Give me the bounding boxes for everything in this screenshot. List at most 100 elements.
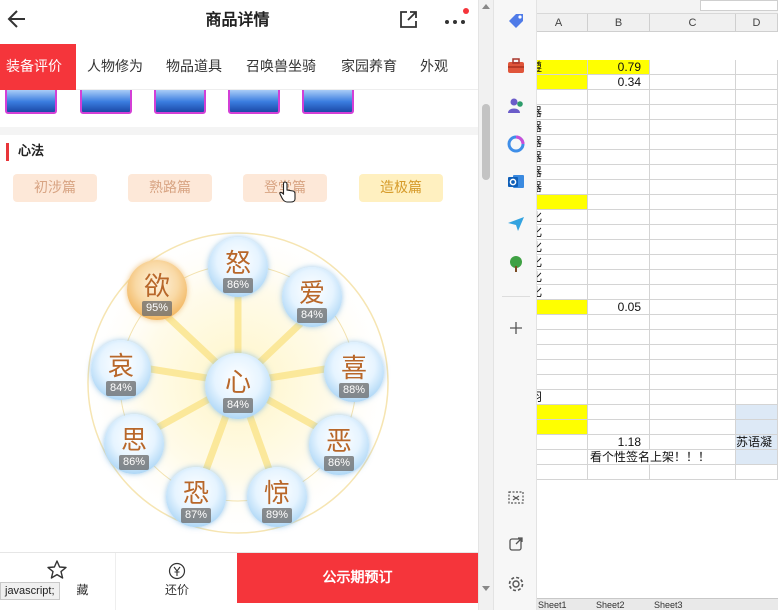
sheet-cell[interactable] <box>650 390 736 405</box>
sheet-cell[interactable] <box>588 165 650 180</box>
sheet-cell[interactable] <box>650 285 736 300</box>
sheet-cell[interactable] <box>530 195 588 210</box>
equipment-thumbnail[interactable] <box>154 90 206 114</box>
sheet-cell[interactable] <box>588 315 650 330</box>
sheet-cell[interactable] <box>650 60 736 75</box>
sheet-cell[interactable] <box>650 300 736 315</box>
level-button-familiar[interactable]: 熟路篇 <box>128 174 212 202</box>
sheet-cell[interactable] <box>650 345 736 360</box>
settings-icon[interactable] <box>506 574 526 594</box>
outlook-icon[interactable] <box>506 172 526 192</box>
sheet-cell[interactable] <box>588 135 650 150</box>
sheet-cell[interactable] <box>736 135 778 150</box>
sheet-cell[interactable]: 器 <box>530 105 588 120</box>
sheet-cell[interactable] <box>650 465 736 480</box>
add-icon[interactable] <box>506 318 526 338</box>
sheet-cell[interactable]: 器 <box>530 135 588 150</box>
sheet-cell[interactable] <box>650 420 736 435</box>
sheet-cell[interactable] <box>736 270 778 285</box>
tab-pets-mounts[interactable]: 召唤兽坐骑 <box>246 44 316 90</box>
sheet-cell[interactable] <box>588 195 650 210</box>
sheet-cell[interactable] <box>736 420 778 435</box>
sheet-cell[interactable] <box>736 360 778 375</box>
toolbox-icon[interactable] <box>506 56 526 76</box>
sheet-cell[interactable] <box>588 210 650 225</box>
sheet-cell[interactable] <box>588 225 650 240</box>
sheet-cell[interactable] <box>650 165 736 180</box>
sheet-cell[interactable] <box>736 195 778 210</box>
scroll-thumb[interactable] <box>482 104 490 180</box>
sheet-cell[interactable] <box>650 210 736 225</box>
screenshot-icon[interactable] <box>506 488 526 508</box>
sheet-cell[interactable]: 器 <box>530 120 588 135</box>
sheet-cell[interactable] <box>530 405 588 420</box>
sheet-cell[interactable] <box>530 90 588 105</box>
sheet-cell[interactable] <box>588 375 650 390</box>
sheet-cell[interactable] <box>530 300 588 315</box>
emotion-node-thought[interactable]: 思 86% <box>104 414 164 474</box>
emotion-node-anger[interactable]: 怒 86% <box>208 237 268 297</box>
sheet-cell[interactable] <box>650 360 736 375</box>
sheet-cell[interactable] <box>650 105 736 120</box>
send-icon[interactable] <box>506 214 526 234</box>
level-button-mastery[interactable]: 造极篇 <box>359 174 443 202</box>
scroll-up-arrow-icon[interactable] <box>482 4 490 9</box>
equipment-thumbnail[interactable] <box>5 90 57 114</box>
tree-icon[interactable] <box>506 254 526 274</box>
sheet-cell[interactable]: 化 <box>530 225 588 240</box>
sheet-tab-2[interactable]: Sheet2 <box>592 600 629 610</box>
sheet-cell[interactable] <box>736 450 778 465</box>
sheet-cell[interactable] <box>650 240 736 255</box>
tab-home[interactable]: 家园养育 <box>341 44 397 90</box>
sheet-cell[interactable] <box>530 330 588 345</box>
sheet-cell[interactable]: 1.18 <box>588 435 650 450</box>
sheet-cell[interactable]: 化 <box>530 270 588 285</box>
sheet-cell[interactable] <box>588 330 650 345</box>
emotion-node-joy[interactable]: 喜 88% <box>324 342 384 402</box>
sheet-cell[interactable] <box>736 60 778 75</box>
sheet-cell[interactable]: 器 <box>530 180 588 195</box>
sheet-cell[interactable] <box>650 90 736 105</box>
sheet-cell[interactable] <box>736 465 778 480</box>
sheet-cell[interactable]: 化 <box>530 210 588 225</box>
sheet-cell[interactable] <box>530 345 588 360</box>
sheet-cell[interactable] <box>736 165 778 180</box>
sheet-cell[interactable] <box>650 180 736 195</box>
equipment-thumbnail[interactable] <box>228 90 280 114</box>
column-header-a[interactable]: A <box>530 14 588 32</box>
sheet-cell[interactable] <box>588 270 650 285</box>
sheet-cell[interactable] <box>650 435 736 450</box>
sheet-cell[interactable] <box>530 435 588 450</box>
sheet-cell[interactable] <box>736 210 778 225</box>
sheet-cell[interactable] <box>650 120 736 135</box>
sheet-cell[interactable]: 器 <box>530 150 588 165</box>
sheet-cell[interactable] <box>736 285 778 300</box>
sheet-cell[interactable] <box>588 105 650 120</box>
tab-items[interactable]: 物品道具 <box>166 44 222 90</box>
sheet-cell[interactable] <box>530 465 588 480</box>
emotion-node-fear[interactable]: 恐 87% <box>166 467 226 527</box>
sheet-tab-3[interactable]: Sheet3 <box>650 600 687 610</box>
sheet-cell[interactable] <box>650 195 736 210</box>
sheet-cell[interactable] <box>736 375 778 390</box>
column-header-c[interactable]: C <box>650 14 736 32</box>
sheet-cell[interactable] <box>588 285 650 300</box>
column-header-d[interactable]: D <box>736 14 778 32</box>
sheet-cell[interactable] <box>588 405 650 420</box>
sheet-cell[interactable] <box>650 315 736 330</box>
sheet-cell[interactable] <box>530 420 588 435</box>
sheet-cell[interactable] <box>650 255 736 270</box>
tag-icon[interactable] <box>506 12 526 32</box>
sheet-cell[interactable] <box>530 450 588 465</box>
sheet-cell[interactable] <box>650 405 736 420</box>
sheet-cell[interactable] <box>736 75 778 90</box>
emotion-node-heart[interactable]: 心 84% <box>205 353 271 419</box>
sheet-cell[interactable] <box>530 75 588 90</box>
sheet-cell[interactable] <box>588 180 650 195</box>
sheet-cell[interactable] <box>736 315 778 330</box>
sheet-cell[interactable] <box>588 150 650 165</box>
emotion-node-disgust[interactable]: 恶 86% <box>309 415 369 475</box>
sheet-cell[interactable]: 0.79 <box>588 60 650 75</box>
sheet-cell[interactable] <box>736 225 778 240</box>
sheet-cell[interactable] <box>736 345 778 360</box>
